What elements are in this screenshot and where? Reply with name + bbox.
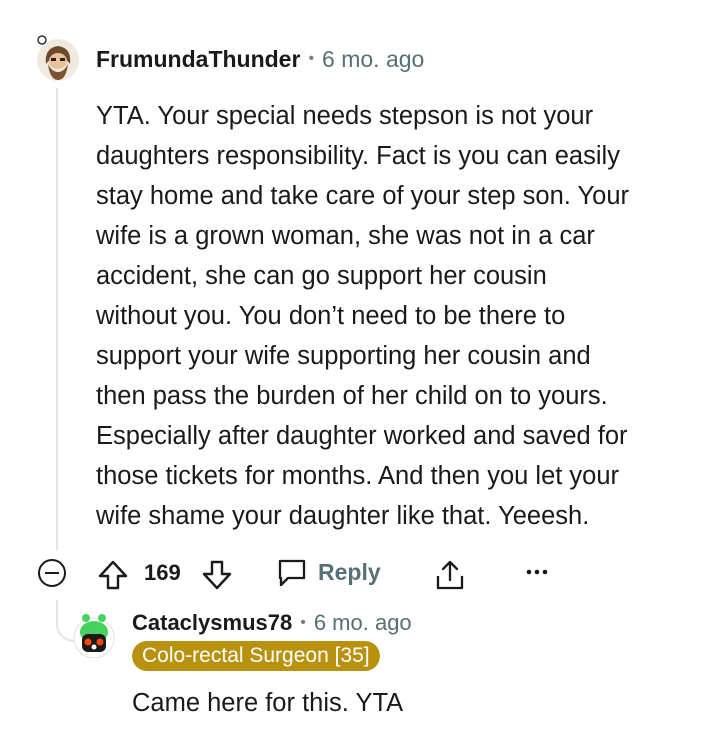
reply-body: Came here for this. YTA [132, 689, 404, 717]
share-button[interactable] [434, 558, 466, 592]
comment-line: then pass the burden of her child on to … [96, 382, 608, 410]
downvote-icon [202, 560, 232, 590]
downvote-button[interactable] [200, 558, 234, 592]
comment-line: Especially after daughter worked and sav… [96, 422, 628, 450]
reply-avatar[interactable] [72, 612, 116, 659]
user-flair-badge: Colo-rectal Surgeon [35] [132, 641, 380, 671]
reply-timestamp[interactable]: 6 mo. ago [314, 610, 412, 636]
comment-actions: 169 Reply [38, 556, 598, 594]
comment-body: YTA. Your special needs stepson is not y… [96, 96, 696, 536]
comment-line: wife is a grown woman, she was not in a … [96, 222, 595, 250]
avatar[interactable] [36, 34, 80, 82]
comment-line: YTA. Your special needs stepson is not y… [96, 102, 594, 130]
reply-username[interactable]: Cataclysmus78 [132, 610, 292, 636]
bearded-man-avatar-icon [37, 35, 79, 81]
reply-button[interactable]: Reply [276, 556, 381, 588]
upvote-icon [98, 560, 128, 590]
reply-label: Reply [318, 558, 381, 585]
separator-dot: • [308, 50, 315, 67]
reply-icon [278, 559, 306, 587]
username[interactable]: FrumundaThunder [96, 46, 300, 73]
green-robot-avatar-icon [73, 614, 115, 659]
separator-dot: • [300, 614, 306, 631]
thread-line[interactable] [56, 88, 58, 550]
comment-header: FrumundaThunder • 6 mo. ago [96, 44, 424, 74]
collapse-button[interactable] [38, 559, 66, 587]
comment-line: support your wife supporting her cousin … [96, 342, 591, 370]
comment-line: wife shame your daughter like that. Yeee… [96, 502, 590, 530]
more-icon [526, 569, 548, 575]
share-icon [436, 560, 464, 590]
comment-line: daughters responsibility. Fact is you ca… [96, 142, 620, 170]
comment-line: stay home and take care of your step son… [96, 182, 629, 210]
collapse-icon [45, 572, 59, 574]
timestamp[interactable]: 6 mo. ago [322, 46, 424, 73]
reply-header: Cataclysmus78 • 6 mo. ago [132, 608, 412, 638]
comment-line: those tickets for months. And then you l… [96, 462, 620, 490]
comment-line: accident, she can go support her cousin [96, 262, 547, 290]
comment-line: without you. You don’t need to be there … [96, 302, 566, 330]
upvote-button[interactable] [96, 558, 130, 592]
more-options-button[interactable] [524, 566, 550, 578]
vote-count: 169 [144, 560, 181, 585]
